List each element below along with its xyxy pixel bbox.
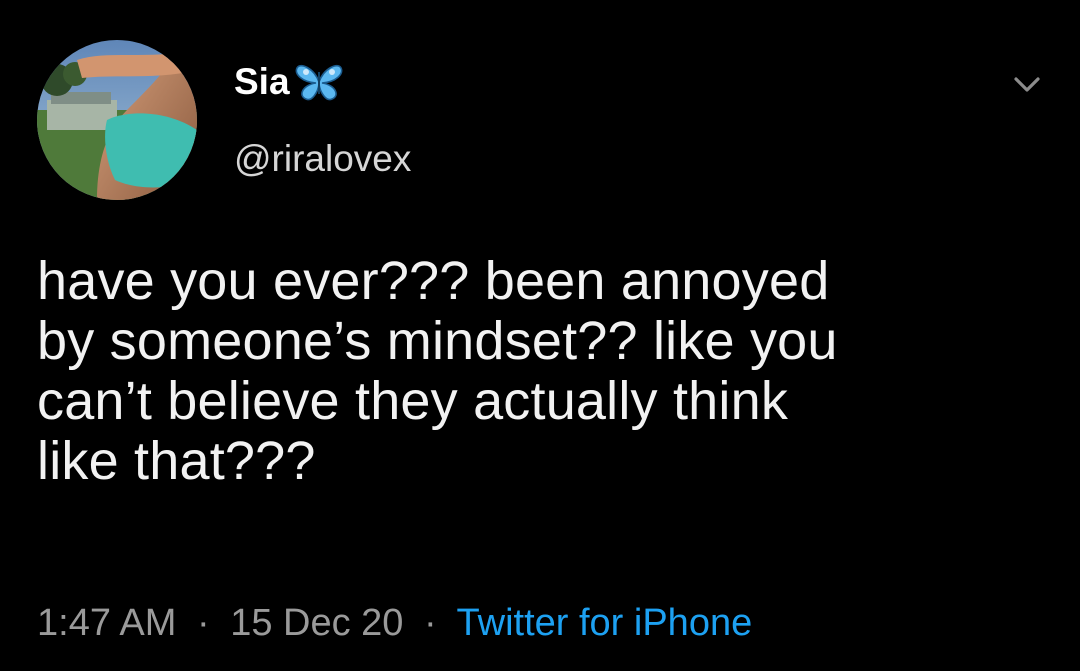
chevron-down-icon[interactable] [1010, 68, 1044, 102]
profile-photo-icon [37, 40, 197, 200]
user-handle[interactable]: @riralovex [234, 137, 411, 181]
tweet-text-line: like that??? [37, 431, 316, 491]
tweet-text-line: can’t believe they actually think [37, 371, 789, 431]
butterfly-icon [294, 62, 344, 102]
display-name: Sia [234, 61, 290, 102]
tweet-date[interactable]: 15 Dec 20 [230, 602, 403, 644]
tweet-text-line: have you ever??? been annoyed [37, 251, 830, 311]
avatar[interactable] [37, 40, 197, 200]
meta-separator: · [424, 602, 437, 644]
tweet-meta: 1:47 AM · 15 Dec 20 · Twitter for iPhone [37, 600, 752, 646]
tweet-text: have you ever??? been annoyed by someone… [37, 251, 1047, 491]
tweet-time[interactable]: 1:47 AM [37, 602, 176, 644]
tweet-card: Sia @riralovex have you ever??? been ann… [0, 0, 1080, 671]
tweet-text-line: by someone’s mindset?? like you [37, 311, 838, 371]
meta-separator: · [196, 602, 210, 644]
user-name-row[interactable]: Sia [234, 60, 344, 104]
tweet-source-link[interactable]: Twitter for iPhone [457, 602, 753, 644]
